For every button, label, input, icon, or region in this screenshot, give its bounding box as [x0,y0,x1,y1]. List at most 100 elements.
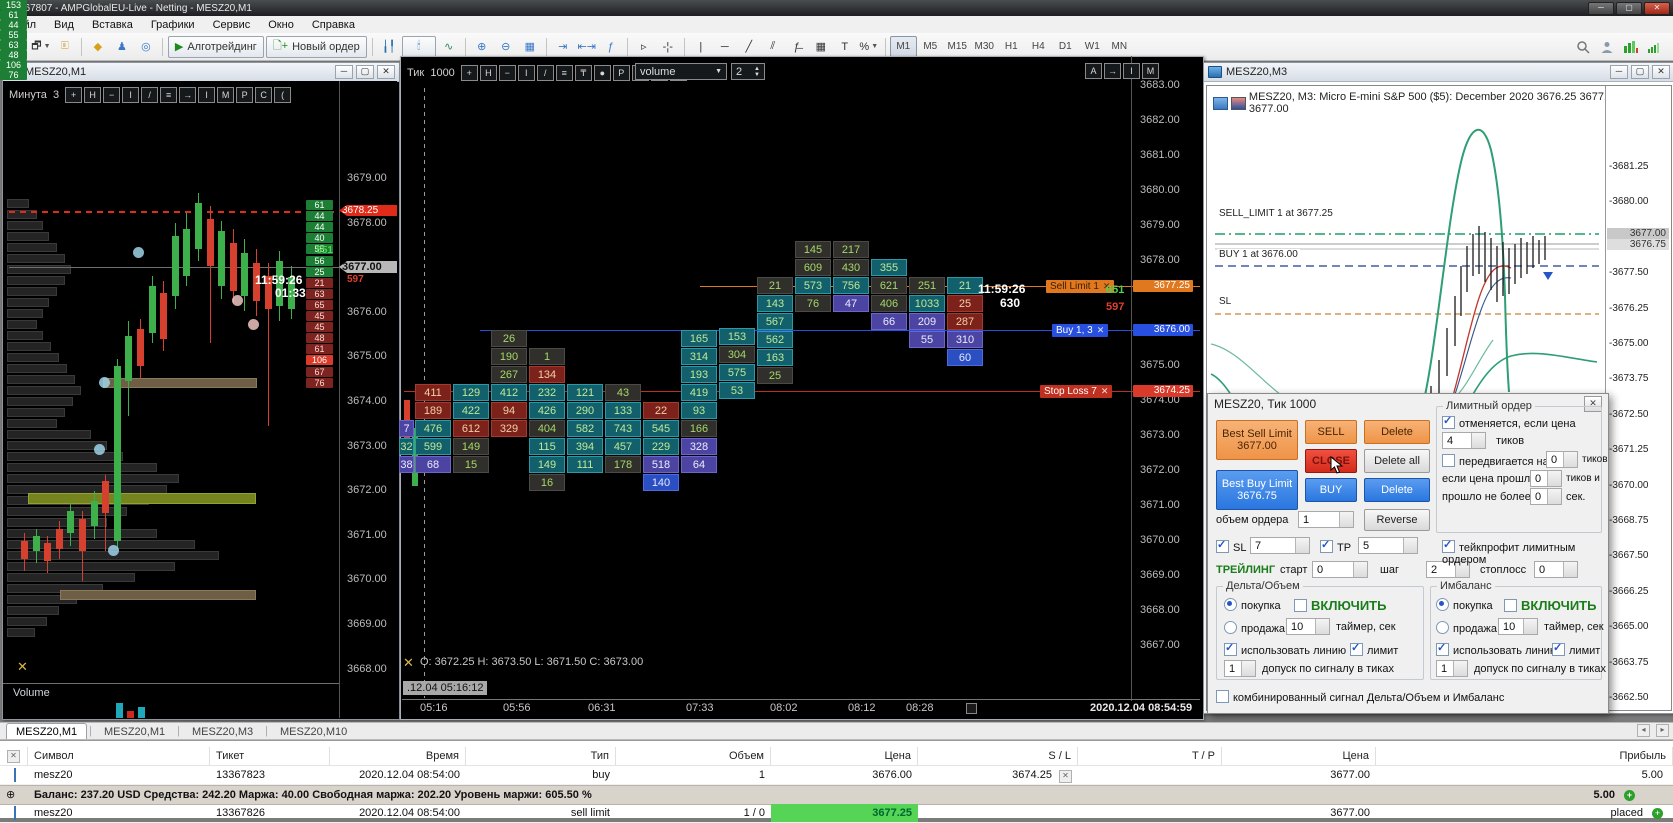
delete-all-button[interactable]: Delete all [1364,449,1430,473]
menu-Файл[interactable]: Файл [0,19,45,31]
center-chart-tool-6[interactable]: ₸ [574,65,592,81]
timeframe-M15[interactable]: M15 [944,36,971,57]
reverse-button[interactable]: Reverse [1364,509,1430,531]
buy-line-label[interactable]: BUY 1 at 3676.00 [1217,249,1300,260]
center-chart-tool-5[interactable]: ≡ [555,65,573,81]
tab-MESZ20-M1-0[interactable]: MESZ20,M1 [6,723,88,739]
imb-limit-checkbox[interactable]: лимит [1552,641,1600,657]
auto-scroll-icon[interactable]: ⇥ [552,36,574,58]
scale-stepper[interactable]: 2 ▲ ▼ [731,63,765,80]
algo-trading-button[interactable]: ▶ Алготрейдинг [167,35,264,58]
delta-tolerance-stepper[interactable]: 1 [1224,660,1256,677]
column-header-Время[interactable]: Время [330,747,466,765]
delta-enable-checkbox[interactable]: ВКЛЮЧИТЬ [1294,598,1386,613]
menu-Окно[interactable]: Окно [259,19,303,31]
center-chart-tool-8[interactable]: P [612,65,630,81]
column-header-Тикет[interactable]: Тикет [210,747,330,765]
menu-Справка[interactable]: Справка [303,19,364,31]
delete-buy-button[interactable]: Delete [1364,478,1430,502]
user-account-icon[interactable] [1596,36,1618,58]
timeframe-W1[interactable]: W1 [1079,36,1106,57]
resistance-dashed-line[interactable] [9,211,335,213]
timeframe-MN[interactable]: MN [1106,36,1133,57]
center-chart-mode-tool-3[interactable]: M [1142,63,1159,79]
window-minimize-icon[interactable]: ─ [1610,65,1628,79]
trailing-start-stepper[interactable]: 0 [1312,561,1368,578]
menu-Графики[interactable]: Графики [142,19,204,31]
timeframe-M30[interactable]: M30 [971,36,998,57]
imb-tolerance-stepper[interactable]: 1 [1436,660,1468,677]
center-chart-tool-4[interactable]: / [536,65,554,81]
imb-enable-checkbox[interactable]: ВКЛЮЧИТЬ [1504,598,1596,613]
search-icon[interactable] [1572,36,1594,58]
zoom-out-icon[interactable]: ⊖ [495,36,517,58]
window-close-icon[interactable]: ✕ [377,65,395,79]
hline-icon[interactable]: ─ [714,36,736,58]
combined-signal-checkbox[interactable]: комбинированный сигнал Дельта/Объем и Им… [1216,690,1504,704]
candles-chart-icon[interactable]: 🕯 [401,35,436,58]
window-close-icon[interactable]: ✕ [1652,65,1670,79]
window-restore-icon[interactable]: ▢ [356,65,374,79]
sell-limit-line-label[interactable]: SELL_LIMIT 1 at 3677.25 [1217,208,1335,219]
sl-stepper[interactable]: 7 [1250,537,1310,554]
sl-checkbox[interactable]: SL [1216,538,1246,554]
profiles-icon[interactable]: 🗗 ▼ [30,36,52,58]
buy-button[interactable]: BUY [1305,478,1357,502]
right-window-titlebar[interactable]: MESZ20,M3 ─ ▢ ✕ [1204,63,1673,82]
trade-panel-dialog[interactable]: MESZ20, Тик 1000 ✕ Best Sell Limit 3677.0… [1207,393,1609,714]
brown-zone-2[interactable] [60,590,256,600]
add-icon[interactable]: + [1624,790,1635,801]
timeframe-M5[interactable]: M5 [917,36,944,57]
grid-icon[interactable]: ▦ [810,36,832,58]
tp-stepper[interactable]: 5 [1358,537,1418,554]
toolbox-close-icon[interactable]: ✕ [7,750,20,763]
window-restore-icon[interactable]: ▢ [1631,65,1649,79]
cancel-ticks-stepper[interactable]: 4 [1442,432,1486,449]
bars-chart-icon[interactable]: ╽╿ [378,36,400,58]
line-chart-icon[interactable]: ∿ [438,36,460,58]
chart-tools-icon[interactable]: ✕ [17,659,28,675]
maximize-button[interactable]: ▢ [1616,1,1642,15]
column-header-Прибыль[interactable]: Прибыль [1376,747,1673,765]
passed-stepper[interactable]: 0 [1530,470,1562,487]
center-chart-area[interactable]: Тик 1000 +H−I/≡₸●PRC( volume▼ 2▲▼ A→IM [401,57,1201,717]
delta-use-line-checkbox[interactable]: использовать линию [1224,641,1346,657]
minimize-button[interactable]: ─ [1588,1,1614,15]
tab-MESZ20-M1-1[interactable]: MESZ20,M1 [94,723,175,739]
best-buy-limit-button[interactable]: Best Buy Limit 3676.75 [1216,470,1298,510]
signals-icon[interactable]: ◎ [135,36,157,58]
expand-icon[interactable]: ⊕ [0,786,28,804]
close-button[interactable]: ✕ [1644,1,1670,15]
window-minimize-icon[interactable]: ─ [335,65,353,79]
imb-sell-radio[interactable]: продажа [1436,621,1497,635]
channel-icon[interactable]: ⫽ [762,36,784,58]
center-chart-mode-tool-0[interactable]: A [1085,63,1102,79]
zoom-in-icon[interactable]: ⊕ [471,36,493,58]
center-chart-tool-0[interactable]: + [460,65,478,81]
center-chart-tool-1[interactable]: H [479,65,497,81]
imb-use-line-checkbox[interactable]: использовать линию [1436,641,1558,657]
sell-button[interactable]: SELL [1305,420,1357,444]
table-row[interactable]: mesz20 13367826 2020.12.04 08:54:00 sell li… [0,804,1673,823]
best-sell-limit-button[interactable]: Best Sell Limit 3677.00 [1216,420,1298,460]
tabs-scroll-right-icon[interactable]: ▸ [1656,724,1669,737]
remove-sl-icon[interactable]: ✕ [1059,770,1072,783]
vline-icon[interactable]: | [690,36,712,58]
move-stepper[interactable]: 0 [1546,451,1578,468]
volume-mode-dropdown[interactable]: volume ▼ [635,63,727,80]
fibo-icon[interactable]: ƒ̶ [786,36,808,58]
imb-buy-radio[interactable]: покупка [1436,598,1493,612]
text-icon[interactable]: T [834,36,856,58]
column-header-Символ[interactable]: Символ [28,747,210,765]
order-volume-stepper[interactable]: 1 [1298,511,1354,528]
menu-Вставка[interactable]: Вставка [83,19,142,31]
cursor-icon[interactable]: ▹ [633,36,655,58]
column-header-S / L[interactable]: S / L [918,747,1078,765]
delta-limit-checkbox[interactable]: лимит [1350,641,1398,657]
left-chart-area[interactable]: Минута 3 + H − I / ≡ → I M P C( 11:59:26 01:33 61 44 4… [3,81,397,718]
column-header-T / P[interactable]: T / P [1078,747,1222,765]
menu-Вид[interactable]: Вид [45,19,83,31]
tp-checkbox[interactable]: TP [1320,538,1351,554]
center-chart-mode-tool-1[interactable]: → [1104,63,1121,79]
imb-timer-stepper[interactable]: 10 [1498,618,1538,635]
